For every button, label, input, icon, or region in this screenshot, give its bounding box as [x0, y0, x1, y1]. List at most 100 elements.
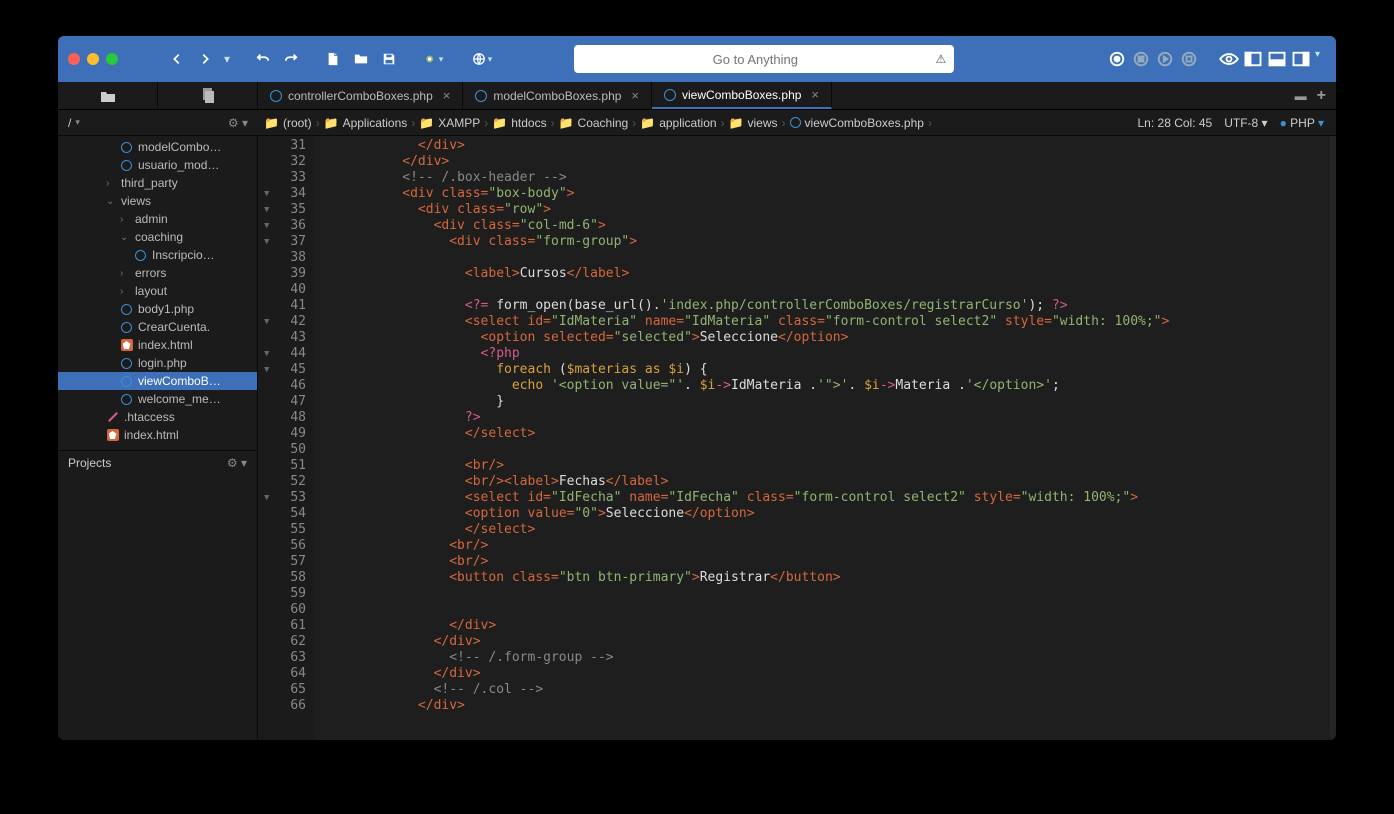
tree-label: index.html — [138, 338, 193, 352]
window-controls — [68, 53, 118, 65]
open-button[interactable] — [348, 46, 374, 72]
breadcrumb-item[interactable]: 📁 htdocs — [492, 116, 546, 130]
gear-icon[interactable]: ⚙ ▾ — [228, 116, 248, 130]
titlebar: ▾ ▾ ▾ ⚠ — [58, 36, 1336, 82]
files-tab[interactable] — [158, 82, 258, 109]
places-tab[interactable] — [58, 82, 158, 109]
tree-item[interactable]: ›admin — [58, 210, 257, 228]
tree-item[interactable]: Inscripcio… — [58, 246, 257, 264]
file-tab[interactable]: viewComboBoxes.php × — [652, 82, 832, 109]
stop-icon[interactable] — [1131, 49, 1151, 69]
close-icon[interactable]: × — [443, 88, 451, 103]
tree-label: third_party — [121, 176, 178, 190]
eye-icon[interactable] — [1219, 49, 1239, 69]
record-macro-button[interactable]: ▾ — [418, 46, 450, 72]
cursor-pos: Ln: 28 Col: 45 — [1138, 116, 1213, 130]
tree-label: body1.php — [138, 302, 194, 316]
tree-item[interactable]: login.php — [58, 354, 257, 372]
sidebar-header: / ▾ ⚙ ▾ — [58, 116, 258, 130]
panel-right-icon[interactable] — [1291, 49, 1311, 69]
projects-header[interactable]: Projects ⚙ ▾ — [58, 450, 257, 474]
tree-label: views — [121, 194, 151, 208]
tree-label: welcome_me… — [138, 392, 221, 406]
play-icon[interactable] — [1155, 49, 1175, 69]
tree-label: .htaccess — [124, 410, 175, 424]
redo-button[interactable] — [278, 46, 304, 72]
breadcrumb-item[interactable]: viewComboBoxes.php — [790, 116, 924, 130]
goto-search[interactable]: ⚠ — [574, 45, 954, 73]
close-icon[interactable]: × — [631, 88, 639, 103]
code-area[interactable]: </div> </div> <!-- /.box-header --> <div… — [314, 136, 1330, 740]
breadcrumb-item[interactable]: 📁 Applications — [324, 116, 408, 130]
tree-item[interactable]: ›layout — [58, 282, 257, 300]
new-file-button[interactable] — [320, 46, 346, 72]
nav-dropdown[interactable]: ▾ — [220, 46, 234, 72]
tree-item[interactable]: ›third_party — [58, 174, 257, 192]
breadcrumb-item[interactable]: 📁 application — [640, 116, 716, 130]
language[interactable]: ● PHP ▾ — [1280, 116, 1324, 130]
zoom-window[interactable] — [106, 53, 118, 65]
php-icon — [475, 90, 487, 102]
app-window: ▾ ▾ ▾ ⚠ — [58, 36, 1336, 740]
breadcrumb-item[interactable]: 📁 views — [729, 116, 778, 130]
tree-item[interactable]: body1.php — [58, 300, 257, 318]
save-button[interactable] — [376, 46, 402, 72]
sidebar: modelCombo…usuario_mod…›third_party⌄view… — [58, 136, 258, 740]
nav-group: ▾ ▾ ▾ — [164, 46, 498, 72]
close-window[interactable] — [68, 53, 80, 65]
tree-item[interactable]: modelCombo… — [58, 138, 257, 156]
tree-item[interactable]: ›errors — [58, 264, 257, 282]
tree-label: index.html — [124, 428, 179, 442]
file-tab[interactable]: controllerComboBoxes.php × — [258, 82, 463, 109]
breadcrumb-item[interactable]: 📁 (root) — [264, 116, 312, 130]
tree-item[interactable]: ⌄views — [58, 192, 257, 210]
browser-preview-button[interactable]: ▾ — [466, 46, 498, 72]
php-icon — [270, 90, 282, 102]
save-macro-icon[interactable] — [1179, 49, 1199, 69]
crumb-bar: / ▾ ⚙ ▾ 📁 (root)›📁 Applications›📁 XAMPP›… — [58, 110, 1336, 136]
tree-item[interactable]: index.html — [58, 426, 257, 444]
encoding[interactable]: UTF-8 ▾ — [1224, 116, 1267, 130]
tree-label: errors — [135, 266, 166, 280]
tree-label: login.php — [138, 356, 187, 370]
file-tab[interactable]: modelComboBoxes.php × — [463, 82, 652, 109]
tree-label: Inscripcio… — [152, 248, 215, 262]
breadcrumb-item[interactable]: 📁 Coaching — [559, 116, 629, 130]
panel-bottom-icon[interactable] — [1267, 49, 1287, 69]
notifications-icon[interactable]: ▬ — [1295, 89, 1307, 103]
tab-label: viewComboBoxes.php — [682, 88, 801, 102]
breadcrumb-item[interactable]: 📁 XAMPP — [419, 116, 480, 130]
php-icon — [664, 89, 676, 101]
tree-item[interactable]: viewComboB… — [58, 372, 257, 390]
gutter: 313233▼34▼35▼36▼3738394041▼4243▼44▼45464… — [258, 136, 314, 740]
tree-item[interactable]: welcome_me… — [58, 390, 257, 408]
tab-label: controllerComboBoxes.php — [288, 89, 433, 103]
goto-input[interactable] — [586, 52, 924, 67]
minimize-window[interactable] — [87, 53, 99, 65]
panel-dropdown[interactable]: ▾ — [1315, 49, 1320, 69]
file-tree[interactable]: modelCombo…usuario_mod…›third_party⌄view… — [58, 136, 257, 444]
close-icon[interactable]: × — [811, 87, 819, 102]
tree-label: CrearCuenta. — [138, 320, 210, 334]
editor[interactable]: 313233▼34▼35▼36▼3738394041▼4243▼44▼45464… — [258, 136, 1336, 740]
panel-left-icon[interactable] — [1243, 49, 1263, 69]
record-icon[interactable] — [1107, 49, 1127, 69]
tree-item[interactable]: usuario_mod… — [58, 156, 257, 174]
undo-button[interactable] — [250, 46, 276, 72]
tree-item[interactable]: .htaccess — [58, 408, 257, 426]
back-button[interactable] — [164, 46, 190, 72]
tree-label: admin — [135, 212, 168, 226]
tree-label: coaching — [135, 230, 183, 244]
tree-label: layout — [135, 284, 167, 298]
warning-icon: ⚠ — [936, 52, 947, 66]
tree-item[interactable]: ⌄coaching — [58, 228, 257, 246]
tabbar: controllerComboBoxes.php×modelComboBoxes… — [58, 82, 1336, 110]
gear-icon[interactable]: ⚙ ▾ — [227, 456, 247, 470]
forward-button[interactable] — [192, 46, 218, 72]
tab-label: modelComboBoxes.php — [493, 89, 621, 103]
tree-item[interactable]: CrearCuenta. — [58, 318, 257, 336]
tree-item[interactable]: index.html — [58, 336, 257, 354]
new-tab-button[interactable]: + — [1317, 87, 1326, 105]
sidebar-root[interactable]: / — [68, 116, 71, 130]
minimap[interactable] — [1330, 136, 1336, 740]
